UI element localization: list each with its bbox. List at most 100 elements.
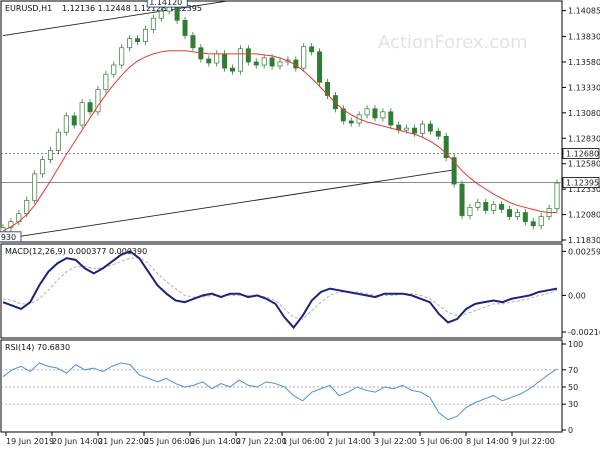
candle-body — [388, 111, 394, 126]
annotation-label: 1.11930 — [0, 233, 16, 242]
candle-body — [111, 64, 117, 75]
candle-body — [514, 212, 520, 217]
price-axis-label: 1.13580 — [568, 58, 600, 67]
candle-body — [435, 130, 441, 137]
rsi-axis-label: 70 — [568, 366, 578, 375]
time-axis-label: 21 Jun 22:00 — [98, 437, 149, 446]
candle-body — [63, 115, 69, 133]
candle-body — [364, 108, 370, 116]
candle-body — [467, 207, 473, 216]
candle-body — [190, 35, 196, 49]
candle-body — [245, 48, 251, 63]
annotation-label: 1.14120 — [149, 0, 182, 7]
candle-body — [40, 159, 46, 175]
candle-body — [269, 57, 275, 67]
candle-body — [142, 29, 148, 42]
candle-body — [309, 46, 315, 53]
time-axis-label: 1 Jul 06:00 — [282, 437, 325, 446]
candle-body — [158, 10, 164, 19]
time-axis-label: 26 Jun 14:00 — [190, 437, 241, 446]
price-level-label: 1.12395 — [566, 179, 599, 188]
time-axis-label: 3 Jul 22:00 — [374, 437, 417, 446]
candle-body — [135, 38, 141, 42]
candle-body — [230, 67, 236, 72]
candle-body — [301, 46, 307, 69]
candle-body — [47, 150, 53, 160]
candle-body — [554, 182, 560, 209]
candle-body — [277, 61, 283, 67]
candle-body — [412, 127, 418, 134]
candle-body — [380, 111, 386, 119]
price-axis-label: 1.13330 — [568, 83, 600, 92]
candle-body — [507, 209, 513, 217]
candle-body — [459, 183, 465, 216]
ema-line — [2, 50, 557, 232]
macd-plot — [2, 250, 558, 330]
candle-body — [317, 51, 323, 83]
candle-body — [261, 57, 267, 66]
price-axis-label: 1.14085 — [568, 7, 600, 16]
candle-body — [214, 53, 220, 64]
candle-body — [530, 221, 536, 227]
channel-lower-line — [2, 169, 455, 240]
watermark: ActionForex.com — [378, 32, 528, 53]
candle-body — [119, 47, 125, 66]
time-axis-label: 25 Jun 06:00 — [144, 437, 195, 446]
price-axis-label: 1.12830 — [568, 134, 600, 143]
price-axis-label: 1.13830 — [568, 33, 600, 42]
price-level-label: 1.12680 — [566, 150, 599, 159]
time-axis-label: 5 Jul 06:00 — [420, 437, 463, 446]
macd-axis-label: 0.002599 — [568, 247, 600, 256]
rsi-axis-label: 0 — [568, 426, 573, 435]
axes: 1.14085 1.13830 1.13580 1.13330 1.13080 1.128… — [5, 7, 600, 446]
rsi-line — [2, 362, 558, 421]
candle-body — [253, 61, 259, 66]
candle-body — [491, 204, 497, 211]
macd-panel-frame — [0, 243, 563, 339]
candle-body — [24, 199, 30, 214]
price-axis-label: 1.12080 — [568, 211, 600, 220]
candle-body — [103, 73, 109, 90]
candle-body — [419, 123, 425, 134]
rsi-axis-label: 30 — [568, 400, 578, 409]
candle-body — [483, 202, 489, 211]
time-axis-label: 19 Jun 2019 — [6, 437, 54, 446]
rsi-plot — [1, 362, 562, 421]
candle-body — [372, 108, 378, 119]
rsi-axis-label: 50 — [568, 383, 578, 392]
candle-body — [348, 120, 354, 124]
price-axis-label: 1.11830 — [568, 236, 600, 245]
symbol-label: EURUSD,H1 — [5, 4, 52, 13]
candle-body — [499, 204, 505, 210]
rsi-axis-label: 100 — [568, 340, 583, 349]
candle-body — [127, 38, 133, 49]
price-axis-label: 1.13080 — [568, 109, 600, 118]
candle-body — [182, 19, 188, 36]
macd-title: MACD(12,26,9) 0.000377 0.000390 — [5, 247, 147, 256]
macd-axis-label: 0.00 — [568, 291, 586, 300]
macd-axis-label: -0.002166 — [568, 328, 600, 337]
candle-body — [475, 202, 481, 208]
macd-main-line — [2, 250, 558, 330]
candle-body — [71, 115, 77, 126]
candle-body — [222, 53, 228, 69]
time-axis-label: 20 Jun 14:00 — [52, 437, 103, 446]
candle-body — [427, 123, 433, 132]
candle-body — [538, 216, 544, 227]
price-axis-label: 1.12580 — [568, 160, 600, 169]
candle-body — [87, 102, 93, 113]
candle-body — [55, 131, 61, 151]
time-axis-label: 8 Jul 14:00 — [466, 437, 509, 446]
rsi-title: RSI(14) 70.6830 — [5, 343, 70, 352]
time-axis-label: 27 Jun 22:00 — [236, 437, 287, 446]
candle-body — [404, 127, 410, 131]
candle-body — [79, 102, 85, 126]
candle-body — [206, 58, 212, 64]
candle-body — [237, 48, 243, 72]
candle-body — [174, 6, 180, 21]
time-axis-label: 9 Jul 22:00 — [512, 437, 555, 446]
candle-body — [32, 173, 38, 201]
candle-body — [150, 17, 156, 30]
time-axis-label: 2 Jul 14:00 — [328, 437, 371, 446]
candle-body — [166, 6, 172, 12]
